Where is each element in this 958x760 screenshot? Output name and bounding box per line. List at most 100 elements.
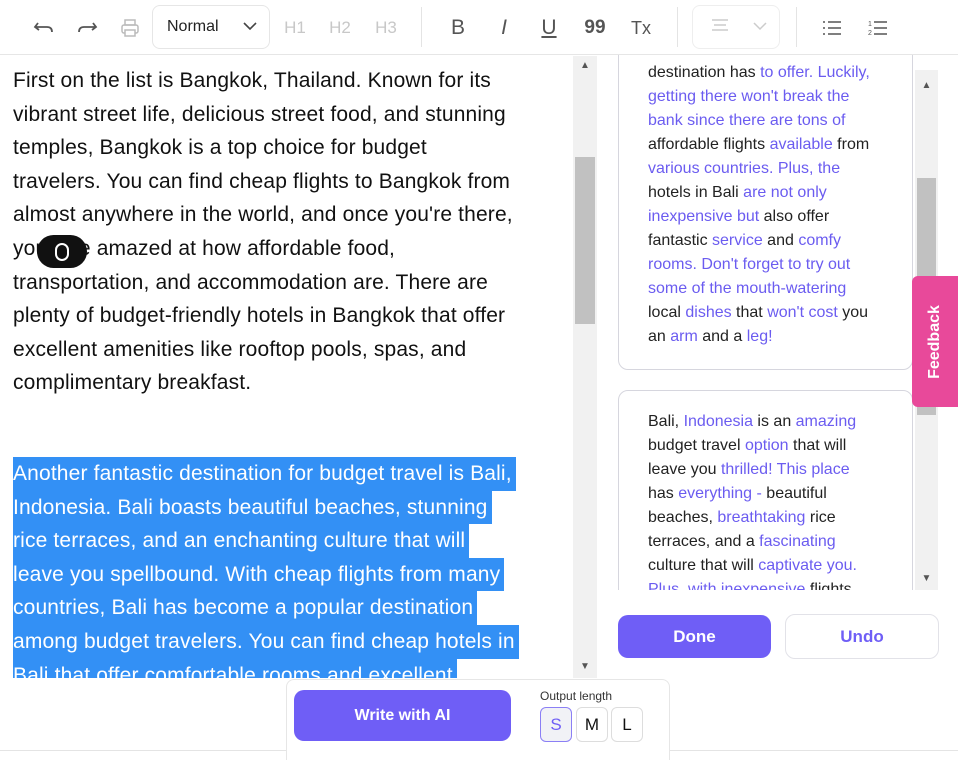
editor-line: excellent amenities like rooftop pools, …: [13, 337, 467, 361]
selected-editor-line: Another fantastic destination for budget…: [13, 457, 516, 491]
changed-text: option: [744, 437, 789, 454]
clear-format-button[interactable]: Tx: [628, 10, 654, 46]
changed-text: fascinating: [759, 533, 836, 550]
block-format-value: Normal: [167, 18, 219, 35]
suggestions-panel: destination has to offer. Luckily, gettin…: [600, 55, 940, 590]
suggestion-line: culture that will captivate you.: [648, 554, 857, 578]
unchanged-text: budget travel: [648, 437, 745, 454]
editor-line: First on the list is Bangkok, Thailand. …: [13, 69, 491, 92]
suggestion-line: some of the mouth-watering: [648, 277, 846, 301]
unchanged-text: and a: [697, 328, 747, 345]
block-format-select[interactable]: Normal: [152, 5, 270, 49]
selected-editor-line: leave you spellbound. With cheap flights…: [13, 557, 505, 592]
heading3-button[interactable]: H3: [373, 10, 399, 46]
svg-text:1: 1: [868, 21, 872, 28]
quote-button[interactable]: 99: [582, 10, 608, 46]
changed-text: won't cost: [767, 304, 838, 321]
scroll-up-arrow-icon[interactable]: ▲: [915, 80, 938, 91]
scroll-down-arrow-icon[interactable]: ▼: [915, 573, 938, 584]
changed-text: amazing: [795, 413, 857, 430]
chevron-down-icon: [753, 18, 767, 36]
redo-icon[interactable]: [73, 10, 101, 46]
suggestion-line: fantastic service and comfy: [648, 229, 841, 253]
italic-button[interactable]: I: [492, 10, 516, 46]
changed-text: arm: [670, 328, 698, 345]
unchanged-text: is an: [752, 413, 796, 430]
heading1-button[interactable]: H1: [282, 10, 308, 46]
unchanged-text: destination has: [648, 64, 761, 81]
changed-text: comfy: [798, 232, 841, 249]
length-l-button[interactable]: L: [611, 707, 643, 742]
scroll-down-arrow-icon[interactable]: ▼: [573, 661, 597, 672]
changed-text: various countries. Plus, the: [648, 160, 841, 177]
write-with-ai-button[interactable]: Write with AI: [294, 690, 511, 741]
editor-scrollbar[interactable]: ▲ ▼: [573, 56, 597, 678]
align-select[interactable]: [692, 5, 780, 49]
feedback-label: Feedback: [926, 304, 943, 379]
unchanged-text: fantastic: [648, 232, 713, 249]
unchanged-text: that: [731, 304, 768, 321]
changed-text: thrilled! This place: [720, 461, 850, 478]
unchanged-text: and: [762, 232, 799, 249]
suggestion-card[interactable]: destination has to offer. Luckily, gettin…: [618, 55, 913, 370]
changed-text: bank since there are tons of: [648, 112, 846, 129]
done-button[interactable]: Done: [618, 615, 771, 658]
suggestion-line: getting there won't break the: [648, 85, 849, 109]
suggestion-line: budget travel option that will: [648, 434, 846, 458]
unchanged-text: has: [648, 485, 679, 502]
heading2-button[interactable]: H2: [327, 10, 353, 46]
suggestion-line: has everything - beautiful: [648, 482, 827, 506]
undo-icon[interactable]: [30, 10, 58, 46]
chevron-down-icon: [243, 18, 257, 36]
undo-button[interactable]: Undo: [785, 614, 939, 659]
bullet-list-icon[interactable]: [820, 10, 844, 46]
align-icon: [711, 18, 729, 37]
length-m-button[interactable]: M: [576, 707, 608, 742]
changed-text: rooms. Don't forget to try out: [648, 256, 851, 273]
unchanged-text: beaches,: [648, 509, 718, 526]
editor-line: temples, Bangkok is a top choice for bud…: [13, 136, 427, 160]
scrollbar-thumb[interactable]: [575, 157, 595, 324]
suggestion-line: beaches, breathtaking rice: [648, 506, 836, 530]
editor-line: vibrant street life, delicious street fo…: [13, 102, 506, 126]
suggestion-line: Plus, with inexpensive flights: [648, 578, 852, 590]
underline-button[interactable]: U: [537, 10, 561, 46]
divider: [421, 7, 422, 47]
unchanged-text: culture that will: [648, 557, 759, 574]
svg-text:2: 2: [868, 30, 872, 37]
suggestion-line: hotels in Bali are not only: [648, 181, 827, 205]
numbered-list-icon[interactable]: 12: [866, 10, 890, 46]
cursor-overlay: [37, 235, 87, 268]
suggestion-line: local dishes that won't cost you: [648, 301, 868, 325]
editor-line: plenty of budget-friendly hotels in Bang…: [13, 304, 506, 328]
unchanged-text: that will: [788, 437, 847, 454]
unchanged-text: you: [837, 304, 869, 321]
changed-text: service: [712, 232, 763, 249]
selected-editor-line: Indonesia. Bali boasts beautiful beaches…: [13, 490, 492, 525]
unchanged-text: rice: [805, 509, 836, 526]
output-length-label: Output length: [540, 689, 613, 703]
length-s-button[interactable]: S: [540, 707, 572, 742]
suggestion-line: various countries. Plus, the: [648, 157, 840, 181]
selected-editor-line: countries, Bali has become a popular des…: [13, 591, 478, 625]
bold-button[interactable]: B: [446, 10, 470, 46]
unchanged-text: leave you: [648, 461, 721, 478]
feedback-tab[interactable]: Feedback: [912, 276, 958, 407]
suggestion-card[interactable]: Bali, Indonesia is an amazing budget trav…: [618, 390, 913, 590]
changed-text: available: [769, 136, 833, 153]
suggestion-line: terraces, and a fascinating: [648, 530, 836, 554]
editor-line: almost anywhere in the world, and once y…: [13, 203, 513, 227]
editor-line: complimentary breakfast.: [13, 371, 252, 395]
selected-editor-line: among budget travelers. You can find che…: [13, 625, 519, 659]
suggestion-line: Bali, Indonesia is an amazing: [648, 410, 856, 434]
print-icon[interactable]: [117, 10, 143, 46]
divider: [677, 7, 678, 47]
changed-text: Plus, with inexpensive: [648, 581, 806, 590]
unchanged-text: beautiful: [761, 485, 827, 502]
unchanged-text: terraces, and a: [648, 533, 760, 550]
unchanged-text: from: [832, 136, 870, 153]
editor-content[interactable]: First on the list is Bangkok, Thailand. …: [0, 56, 572, 678]
suggestion-line: affordable flights available from: [648, 133, 869, 157]
editor-toolbar: Normal H1 H2 H3 B I U 99 Tx 12: [0, 0, 958, 55]
scroll-up-arrow-icon[interactable]: ▲: [573, 60, 597, 71]
